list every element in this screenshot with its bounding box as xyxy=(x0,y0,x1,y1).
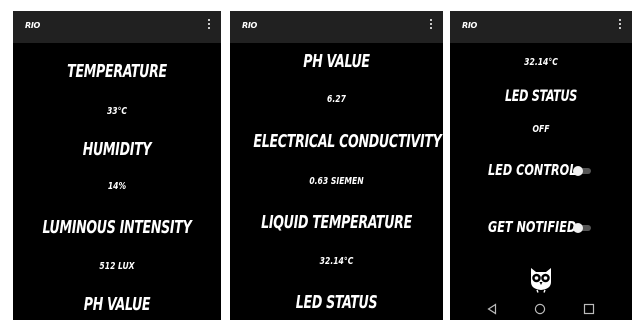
led-status-label: LED STATUS xyxy=(295,292,378,313)
electrical-conductivity-label: ELECTRICAL CONDUCTIVITY xyxy=(253,131,442,152)
liquid-temperature-value: 32.14°C xyxy=(319,256,354,267)
owl-logo-icon xyxy=(531,268,551,293)
more-vert-icon[interactable] xyxy=(429,19,433,33)
led-control-label: LED CONTROL xyxy=(488,161,577,179)
app-title: RIO xyxy=(462,21,478,30)
more-vert-icon[interactable] xyxy=(618,19,622,33)
ph-value: 6.27 xyxy=(327,94,346,105)
ph-value-label: PH VALUE xyxy=(303,51,370,72)
temperature-label: TEMPERATURE xyxy=(67,61,167,82)
home-icon[interactable] xyxy=(534,303,546,315)
app-bar: RIO xyxy=(13,11,221,43)
app-title: RIO xyxy=(25,21,41,30)
system-nav-bar xyxy=(450,298,632,320)
temperature-value: 33°C xyxy=(106,106,128,117)
get-notified-label: GET NOTIFIED xyxy=(488,218,577,236)
humidity-value: 14% xyxy=(107,181,127,192)
electrical-conductivity-value: 0.63 SIEMEN xyxy=(309,176,364,187)
phone-screen-3: RIO 32.14°C LED STATUS OFF LED CONTROL G… xyxy=(450,11,632,320)
liquid-temperature-value: 32.14°C xyxy=(524,57,558,68)
led-status-label: LED STATUS xyxy=(504,86,578,105)
ph-value-label: PH VALUE xyxy=(83,294,151,315)
phone-screen-2: RIO PH VALUE 6.27 ELECTRICAL CONDUCTIVIT… xyxy=(230,11,443,320)
app-bar: RIO xyxy=(450,11,632,43)
luminous-intensity-value: 512 LUX xyxy=(99,261,135,272)
led-status-value: OFF xyxy=(532,124,550,135)
back-icon[interactable] xyxy=(486,303,498,315)
recents-icon[interactable] xyxy=(583,303,595,315)
get-notified-toggle[interactable] xyxy=(573,223,593,233)
humidity-label: HUMIDITY xyxy=(82,139,152,160)
app-title: RIO xyxy=(242,21,258,30)
phone-screen-1: RIO TEMPERATURE 33°C HUMIDITY 14% LUMINO… xyxy=(13,11,221,320)
luminous-intensity-label: LUMINOUS INTENSITY xyxy=(42,217,192,238)
liquid-temperature-label: LIQUID TEMPERATURE xyxy=(261,212,412,233)
app-bar: RIO xyxy=(230,11,443,43)
led-control-toggle[interactable] xyxy=(573,166,593,176)
more-vert-icon[interactable] xyxy=(207,19,211,33)
